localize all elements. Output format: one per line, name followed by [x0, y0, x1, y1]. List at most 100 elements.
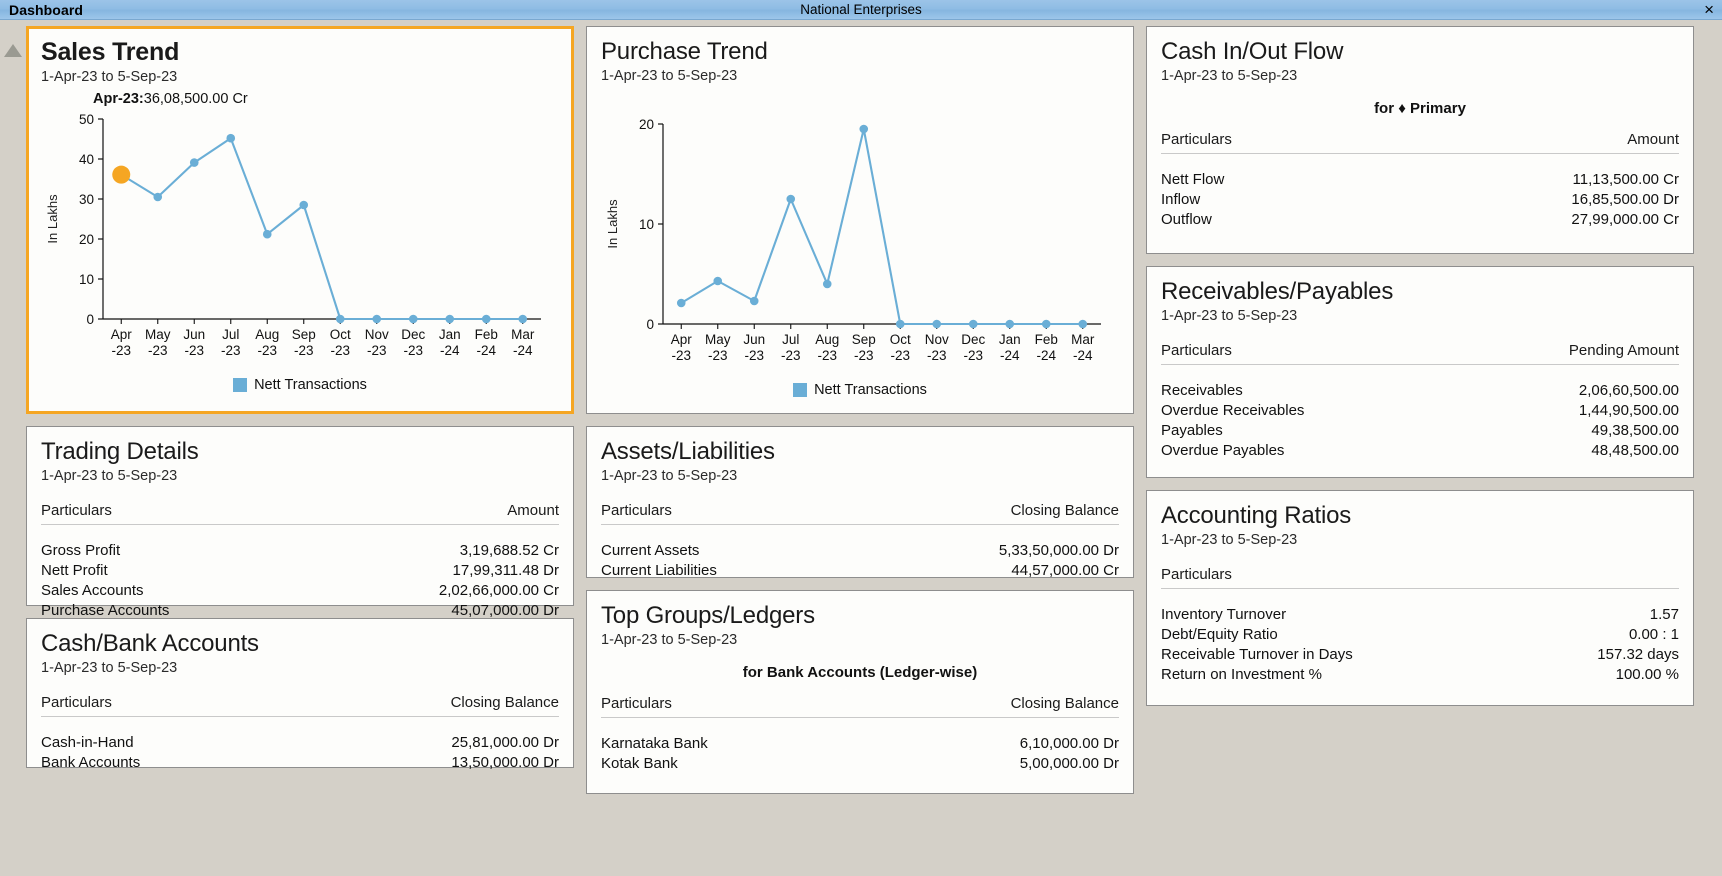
cash-bank-accounts-rows: Cash-in-Hand25,81,000.00 DrBank Accounts…	[41, 733, 559, 773]
row-value: 27,99,000.00 Cr	[1571, 210, 1679, 230]
table-row[interactable]: Overdue Payables48,48,500.00	[1161, 441, 1679, 461]
table-row[interactable]: Debt/Equity Ratio0.00 : 1	[1161, 625, 1679, 645]
table-row[interactable]: Nett Profit17,99,311.48 Dr	[41, 561, 559, 581]
receivables-payables-period: 1-Apr-23 to 5-Sep-23	[1161, 308, 1679, 324]
svg-text:10: 10	[79, 272, 94, 287]
purchase-trend-title: Purchase Trend	[601, 39, 1119, 65]
table-row[interactable]: Gross Profit 3,19,688.52 Cr	[41, 541, 559, 561]
receivables-payables-title: Receivables/Payables	[1161, 279, 1679, 305]
svg-text:May: May	[705, 332, 731, 347]
row-label: Debt/Equity Ratio	[1161, 625, 1278, 645]
card-purchase-trend[interactable]: Purchase Trend 1-Apr-23 to 5-Sep-23 0102…	[586, 26, 1134, 414]
row-value: 44,57,000.00 Cr	[1011, 561, 1119, 581]
svg-text:-24: -24	[1000, 348, 1020, 363]
svg-text:-23: -23	[854, 348, 874, 363]
legend-swatch-icon	[793, 383, 807, 397]
col-particulars: Particulars	[601, 695, 672, 712]
close-icon[interactable]: ×	[1704, 0, 1714, 20]
trading-details-period: 1-Apr-23 to 5-Sep-23	[41, 468, 559, 484]
svg-text:Nov: Nov	[925, 332, 949, 347]
svg-text:-23: -23	[294, 343, 314, 358]
card-top-groups-ledgers[interactable]: Top Groups/Ledgers 1-Apr-23 to 5-Sep-23 …	[586, 590, 1134, 794]
svg-text:20: 20	[79, 232, 94, 247]
cash-flow-for: for ♦ Primary	[1161, 100, 1679, 117]
assets-liabilities-header: Particulars Closing Balance	[601, 502, 1119, 525]
row-label: Current Assets	[601, 541, 699, 561]
svg-text:-24: -24	[1073, 348, 1093, 363]
receivables-payables-rows: Receivables2,06,60,500.00Overdue Receiva…	[1161, 381, 1679, 461]
col-closing-balance: Closing Balance	[1011, 502, 1119, 519]
cash-bank-accounts-header: Particulars Closing Balance	[41, 694, 559, 717]
table-row[interactable]: Outflow27,99,000.00 Cr	[1161, 210, 1679, 230]
row-label: Nett Profit	[41, 561, 108, 581]
table-row[interactable]: Bank Accounts13,50,000.00 Dr	[41, 753, 559, 773]
sales-trend-title: Sales Trend	[41, 39, 559, 66]
col-particulars: Particulars	[1161, 566, 1232, 583]
accounting-ratios-title: Accounting Ratios	[1161, 503, 1679, 529]
col-particulars: Particulars	[1161, 131, 1232, 148]
table-row[interactable]: Receivables2,06,60,500.00	[1161, 381, 1679, 401]
table-row[interactable]: Nett Flow11,13,500.00 Cr	[1161, 170, 1679, 190]
table-row[interactable]: Kotak Bank5,00,000.00 Dr	[601, 754, 1119, 774]
svg-text:-23: -23	[221, 343, 241, 358]
row-label: Payables	[1161, 421, 1223, 441]
col-particulars: Particulars	[41, 694, 112, 711]
svg-text:-23: -23	[671, 348, 691, 363]
card-cash-bank-accounts[interactable]: Cash/Bank Accounts 1-Apr-23 to 5-Sep-23 …	[26, 618, 574, 768]
table-row[interactable]: Sales Accounts2,02,66,000.00 Cr	[41, 581, 559, 601]
svg-text:Feb: Feb	[475, 327, 498, 342]
table-row[interactable]: Current Liabilities44,57,000.00 Cr	[601, 561, 1119, 581]
row-value: 6,10,000.00 Dr	[1020, 734, 1119, 754]
row-label: Overdue Receivables	[1161, 401, 1304, 421]
svg-text:-23: -23	[927, 348, 947, 363]
svg-text:-24: -24	[513, 343, 533, 358]
top-groups-ledgers-header: Particulars Closing Balance	[601, 695, 1119, 718]
sales-trend-tooltip: Apr-23:36,08,500.00 Cr	[93, 91, 559, 107]
purchase-trend-period: 1-Apr-23 to 5-Sep-23	[601, 68, 1119, 84]
table-row[interactable]: Current Assets 5,33,50,000.00 Dr	[601, 541, 1119, 561]
sales-trend-chart[interactable]: Apr-23:36,08,500.00 Cr 01020304050In Lak…	[41, 91, 559, 375]
card-trading-details[interactable]: Trading Details 1-Apr-23 to 5-Sep-23 Par…	[26, 426, 574, 606]
row-value: 3,19,688.52 Cr	[460, 541, 559, 561]
row-label: Gross Profit	[41, 541, 120, 561]
trading-details-rows: Gross Profit 3,19,688.52 CrNett Profit17,…	[41, 541, 559, 621]
top-groups-ledgers-title: Top Groups/Ledgers	[601, 603, 1119, 629]
card-sales-trend[interactable]: Sales Trend 1-Apr-23 to 5-Sep-23 Apr-23:…	[26, 26, 574, 414]
scroll-up-arrow-icon[interactable]	[4, 44, 22, 57]
table-row[interactable]: Cash-in-Hand25,81,000.00 Dr	[41, 733, 559, 753]
sales-trend-period: 1-Apr-23 to 5-Sep-23	[41, 69, 559, 85]
cash-bank-accounts-title: Cash/Bank Accounts	[41, 631, 559, 657]
accounting-ratios-rows: Inventory Turnover1.57Debt/Equity Ratio0…	[1161, 605, 1679, 685]
table-row[interactable]: Inflow16,85,500.00 Dr	[1161, 190, 1679, 210]
table-row[interactable]: Inventory Turnover1.57	[1161, 605, 1679, 625]
col-closing-balance: Closing Balance	[451, 694, 559, 711]
table-row[interactable]: Return on Investment %100.00 %	[1161, 665, 1679, 685]
table-row[interactable]: Receivable Turnover in Days157.32 days	[1161, 645, 1679, 665]
card-accounting-ratios[interactable]: Accounting Ratios 1-Apr-23 to 5-Sep-23 P…	[1146, 490, 1694, 706]
row-value: 2,06,60,500.00	[1579, 381, 1679, 401]
row-value: 5,33,50,000.00 Dr	[999, 541, 1119, 561]
row-value: 157.32 days	[1597, 645, 1679, 665]
purchase-trend-legend-label: Nett Transactions	[814, 382, 927, 398]
purchase-trend-chart[interactable]: 01020In LakhsApr-23May-23Jun-23Jul-23Aug…	[601, 112, 1119, 380]
table-row[interactable]: Karnataka Bank6,10,000.00 Dr	[601, 734, 1119, 754]
table-row[interactable]: Payables49,38,500.00	[1161, 421, 1679, 441]
row-label: Return on Investment %	[1161, 665, 1322, 685]
row-value: 1.57	[1650, 605, 1679, 625]
col-closing-balance: Closing Balance	[1011, 695, 1119, 712]
svg-text:Jan: Jan	[999, 332, 1021, 347]
card-assets-liabilities[interactable]: Assets/Liabilities 1-Apr-23 to 5-Sep-23 …	[586, 426, 1134, 578]
svg-text:0: 0	[646, 317, 654, 332]
svg-text:Dec: Dec	[401, 327, 425, 342]
card-receivables-payables[interactable]: Receivables/Payables 1-Apr-23 to 5-Sep-2…	[1146, 266, 1694, 478]
sales-trend-tooltip-value: 36,08,500.00 Cr	[144, 91, 248, 107]
table-row[interactable]: Overdue Receivables1,44,90,500.00	[1161, 401, 1679, 421]
svg-text:Jun: Jun	[183, 327, 205, 342]
svg-text:-24: -24	[1036, 348, 1056, 363]
card-cash-in-out-flow[interactable]: Cash In/Out Flow 1-Apr-23 to 5-Sep-23 fo…	[1146, 26, 1694, 254]
row-value: 25,81,000.00 Dr	[451, 733, 559, 753]
svg-text:30: 30	[79, 192, 94, 207]
col-amount: Amount	[1627, 131, 1679, 148]
assets-liabilities-period: 1-Apr-23 to 5-Sep-23	[601, 468, 1119, 484]
purchase-trend-plot: 01020In LakhsApr-23May-23Jun-23Jul-23Aug…	[601, 112, 1111, 380]
